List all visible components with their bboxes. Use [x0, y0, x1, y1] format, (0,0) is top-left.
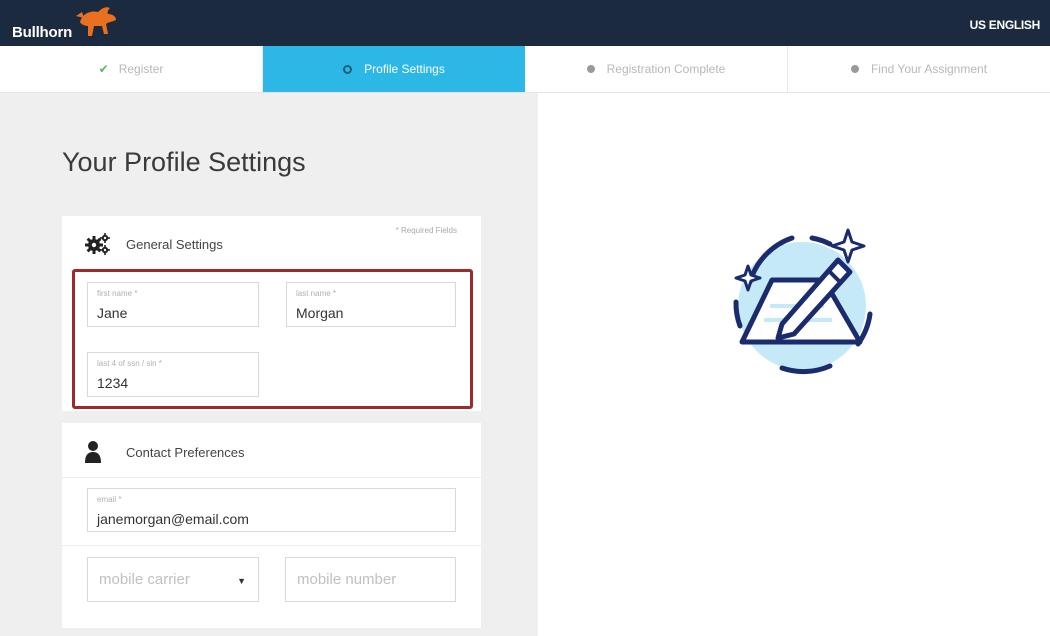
- profile-edit-illustration: [733, 228, 873, 375]
- gears-icon: [85, 233, 110, 255]
- ring-icon: [343, 64, 353, 74]
- bull-icon: [76, 7, 116, 37]
- profile-form-panel: Your Profile Settings General Settings *…: [0, 93, 538, 636]
- progress-steps: ✔ Register Profile Settings Registration…: [0, 46, 1050, 93]
- caret-down-icon: ▼: [237, 576, 246, 586]
- first-name-field[interactable]: first name * Jane: [87, 282, 259, 327]
- ssn-value: 1234: [97, 375, 129, 391]
- person-icon: [85, 441, 101, 463]
- top-bar: Bullhorn US ENGLISH: [0, 0, 1050, 46]
- check-icon: ✔: [98, 62, 109, 76]
- general-settings-card: General Settings * Required Fields first…: [62, 216, 481, 411]
- email-label: email *: [97, 495, 122, 504]
- step-label: Profile Settings: [364, 62, 445, 76]
- bullhorn-logo[interactable]: Bullhorn: [12, 0, 122, 46]
- step-label: Find Your Assignment: [870, 62, 988, 76]
- last-name-value: Morgan: [296, 305, 344, 321]
- brand-name: Bullhorn: [12, 24, 73, 41]
- dot-icon: [850, 65, 859, 73]
- step-profile-settings[interactable]: Profile Settings: [263, 46, 525, 92]
- dot-icon: [586, 65, 595, 73]
- first-name-label: first name *: [97, 289, 138, 298]
- step-find-assignment[interactable]: Find Your Assignment: [788, 46, 1050, 92]
- last-name-field[interactable]: last name * Morgan: [286, 282, 456, 327]
- page-title: Your Profile Settings: [62, 147, 306, 177]
- mobile-carrier-placeholder: mobile carrier: [99, 571, 190, 588]
- general-settings-header: General Settings: [84, 232, 223, 256]
- step-label: Register: [118, 62, 164, 76]
- mobile-number-placeholder: mobile number: [297, 571, 397, 588]
- divider: [62, 545, 481, 546]
- email-value: janemorgan@email.com: [97, 511, 249, 527]
- ssn-field[interactable]: last 4 of ssn / sin * 1234: [87, 352, 259, 397]
- first-name-value: Jane: [97, 305, 128, 321]
- required-fields-note: * Required Fields: [395, 226, 457, 235]
- step-registration-complete[interactable]: Registration Complete: [525, 46, 788, 92]
- contact-preferences-card: Contact Preferences email * janemorgan@e…: [62, 423, 481, 628]
- mobile-carrier-select[interactable]: mobile carrier ▼: [87, 557, 259, 602]
- mobile-number-input[interactable]: mobile number: [285, 557, 456, 602]
- divider: [62, 477, 481, 478]
- language-selector[interactable]: US ENGLISH: [970, 18, 1041, 32]
- email-field[interactable]: email * janemorgan@email.com: [87, 488, 456, 532]
- general-settings-title: General Settings: [126, 236, 223, 252]
- step-label: Registration Complete: [606, 62, 726, 76]
- step-register[interactable]: ✔ Register: [0, 46, 263, 92]
- contact-preferences-title: Contact Preferences: [126, 444, 245, 460]
- ssn-label: last 4 of ssn / sin *: [97, 359, 162, 368]
- last-name-label: last name *: [296, 289, 337, 298]
- contact-preferences-header: Contact Preferences: [84, 440, 245, 464]
